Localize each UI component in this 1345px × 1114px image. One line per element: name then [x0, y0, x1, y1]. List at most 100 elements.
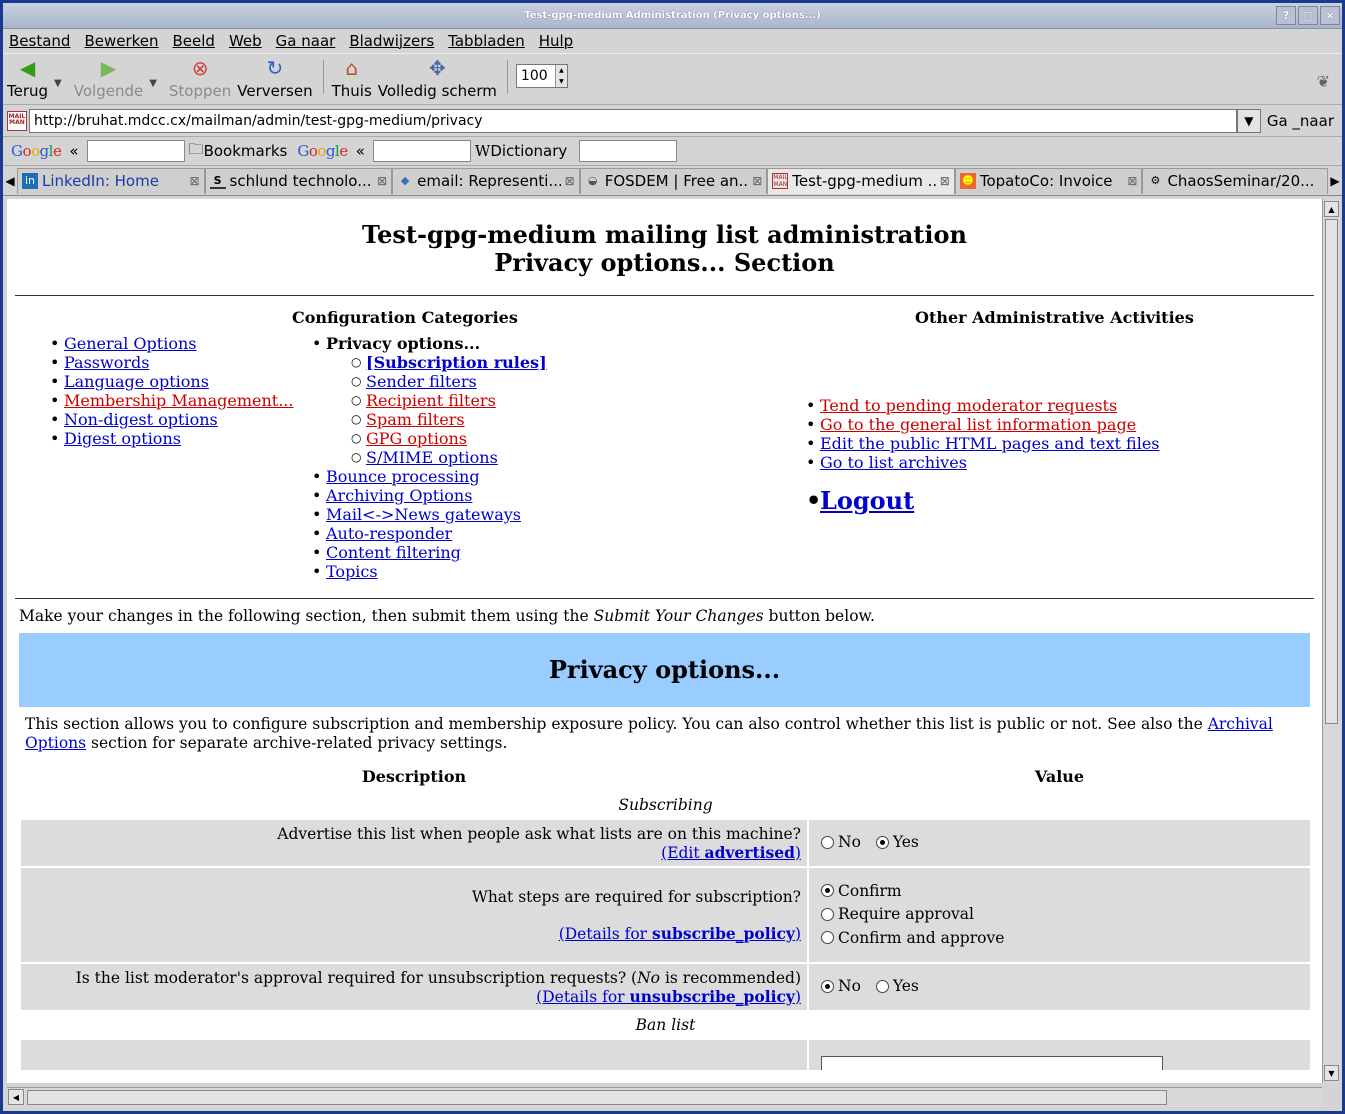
tab-fosdem[interactable]: ◒ FOSDEM | Free an... ⊠ — [579, 167, 768, 194]
maximize-window-button[interactable]: □ — [1298, 6, 1318, 25]
tab-email-python[interactable]: ◆ email: Representi... ⊠ — [392, 167, 580, 194]
menu-bar: Bestand Bewerken Beeld Web Ga naar Bladw… — [3, 29, 1342, 53]
tab-label: TopatoCo: Invoice — [979, 172, 1113, 190]
link-list-archives[interactable]: Go to list archives — [820, 453, 967, 472]
option-unsubscribe-policy-description: Is the list moderator's approval require… — [21, 964, 807, 1010]
tab-scroll-right-icon[interactable]: ▶ — [1328, 174, 1342, 188]
link-sender-filters[interactable]: Sender filters — [366, 372, 477, 391]
close-tab-icon[interactable]: ⊠ — [565, 174, 575, 188]
link-details-unsubscribe-policy[interactable]: (Details for unsubscribe_policy) — [536, 987, 801, 1006]
stop-button[interactable]: ⊗ Stoppen — [169, 56, 231, 104]
tab-schlund[interactable]: S schlund technolo... ⊠ — [204, 167, 393, 194]
link-spam-filters[interactable]: Spam filters — [366, 410, 465, 429]
link-non-digest-options[interactable]: Non-digest options — [64, 410, 218, 429]
other-activities-list: Tend to pending moderator requests Go to… — [806, 396, 1160, 516]
tab-chaosseminar[interactable]: ⚙ ChaosSeminar/20... — [1142, 167, 1329, 194]
home-button[interactable]: ⌂ Thuis — [332, 56, 372, 104]
link-archiving-options[interactable]: Archiving Options — [326, 486, 472, 505]
forward-history-dropdown-icon[interactable]: ▼ — [149, 70, 157, 89]
link-gpg-options[interactable]: GPG options — [366, 429, 467, 448]
menu-bewerken[interactable]: Bewerken — [84, 32, 158, 50]
link-auto-responder[interactable]: Auto-responder — [326, 524, 452, 543]
close-tab-icon[interactable]: ⊠ — [940, 174, 950, 188]
close-tab-icon[interactable]: ⊠ — [1127, 174, 1137, 188]
link-recipient-filters[interactable]: Recipient filters — [366, 391, 496, 410]
google-search-input-2[interactable] — [372, 140, 471, 162]
tab-topatoco[interactable]: ☻ TopatoCo: Invoice ⊠ — [954, 167, 1143, 194]
dictionary-search-input[interactable] — [579, 140, 678, 162]
link-edit-advertised[interactable]: (Edit advertised) — [661, 843, 801, 862]
menu-tabbladen[interactable]: Tabbladen — [448, 32, 525, 50]
horizontal-scroll-thumb[interactable] — [27, 1090, 1167, 1105]
url-history-dropdown-icon[interactable]: ▼ — [1236, 108, 1261, 133]
scroll-up-arrow-icon[interactable]: ▲ — [1324, 201, 1339, 217]
radio-advertised-no[interactable]: No — [821, 833, 861, 851]
back-history-dropdown-icon[interactable]: ▼ — [54, 70, 62, 89]
radio-subscribe-require-approval[interactable]: Require approval — [821, 905, 974, 923]
tab-test-gpg-medium[interactable]: MAIL MAN Test-gpg-medium ... ⊠ — [767, 167, 955, 194]
back-button[interactable]: ◀ Terug — [7, 56, 48, 104]
link-general-list-info[interactable]: Go to the general list information page — [820, 415, 1136, 434]
vertical-scrollbar[interactable]: ▲ ▼ — [1322, 199, 1340, 1083]
link-language-options[interactable]: Language options — [64, 372, 209, 391]
ban-list-textarea[interactable] — [821, 1056, 1163, 1070]
dictionary-button[interactable]: Dictionary — [490, 142, 567, 160]
vertical-scroll-thumb[interactable] — [1325, 219, 1338, 724]
zoom-spinbox[interactable]: 100 ▲ ▼ — [515, 64, 568, 88]
close-window-button[interactable]: × — [1320, 6, 1340, 25]
fullscreen-button[interactable]: ✥ Volledig scherm — [378, 56, 497, 104]
menu-bladwijzers[interactable]: Bladwijzers — [349, 32, 434, 50]
scroll-down-arrow-icon[interactable]: ▼ — [1324, 1065, 1339, 1081]
radio-unsubscribe-no[interactable]: No — [821, 977, 861, 995]
logout-link[interactable]: Logout — [820, 486, 914, 515]
bookmarks-button[interactable]: Bookmarks — [204, 142, 288, 160]
scroll-left-arrow-icon[interactable]: ◀ — [8, 1089, 24, 1105]
close-tab-icon[interactable]: ⊠ — [377, 174, 387, 188]
close-tab-icon[interactable]: ⊠ — [189, 174, 199, 188]
zoom-spinner-arrows-icon[interactable]: ▲ ▼ — [554, 65, 567, 87]
link-edit-public-html[interactable]: Edit the public HTML pages and text file… — [820, 434, 1160, 453]
close-tab-icon[interactable]: ⊠ — [752, 174, 762, 188]
link-bounce-processing[interactable]: Bounce processing — [326, 467, 480, 486]
tab-scroll-left-icon[interactable]: ◀ — [3, 174, 17, 188]
link-content-filtering[interactable]: Content filtering — [326, 543, 461, 562]
fullscreen-icon: ✥ — [428, 56, 446, 80]
radio-subscribe-confirm-and-approve[interactable]: Confirm and approve — [821, 929, 1004, 947]
options-table: Description Value Subscribing Advertise … — [19, 761, 1312, 1072]
link-membership-management[interactable]: Membership Management... — [64, 391, 293, 410]
link-smime-options[interactable]: S/MIME options — [366, 448, 498, 467]
link-subscription-rules[interactable]: [Subscription rules] — [366, 353, 547, 372]
menu-bestand[interactable]: Bestand — [9, 32, 70, 50]
radio-subscribe-confirm[interactable]: Confirm — [821, 882, 902, 900]
help-window-button[interactable]: ? — [1276, 6, 1296, 25]
google-search-input[interactable] — [86, 140, 185, 162]
radio-advertised-yes[interactable]: Yes — [875, 833, 919, 851]
link-pending-moderator-requests[interactable]: Tend to pending moderator requests — [820, 396, 1117, 415]
url-input[interactable]: http://bruhat.mdcc.cx/mailman/admin/test… — [29, 108, 1237, 133]
menu-hulp[interactable]: Hulp — [539, 32, 573, 50]
option-unsubscribe-policy-question: Is the list moderator's approval require… — [75, 968, 801, 987]
forward-button[interactable]: ▶ Volgende — [74, 56, 143, 104]
horizontal-scrollbar[interactable]: ◀ — [7, 1087, 1322, 1107]
topatoco-favicon-icon: ☻ — [959, 173, 976, 189]
link-general-options[interactable]: General Options — [64, 334, 196, 353]
menu-beeld[interactable]: Beeld — [173, 32, 215, 50]
radio-unsubscribe-yes[interactable]: Yes — [875, 977, 919, 995]
link-topics[interactable]: Topics — [326, 562, 378, 581]
stop-label: Stoppen — [168, 82, 232, 100]
fullscreen-label: Volledig scherm — [377, 82, 497, 100]
home-icon: ⌂ — [345, 56, 359, 80]
menu-web[interactable]: Web — [229, 32, 262, 50]
link-passwords[interactable]: Passwords — [64, 353, 149, 372]
tab-linkedin[interactable]: in LinkedIn: Home ⊠ — [16, 167, 205, 194]
reload-button[interactable]: ↻ Verversen — [237, 56, 312, 104]
resize-corner-icon[interactable] — [1322, 1087, 1340, 1107]
go-button[interactable]: Ga _naar — [1267, 112, 1334, 130]
link-digest-options[interactable]: Digest options — [64, 429, 181, 448]
link-mail-news-gateways[interactable]: Mail<->News gateways — [326, 505, 521, 524]
desc-pre: This section allows you to configure sub… — [25, 715, 1208, 733]
toolbar-separator — [322, 60, 324, 94]
navigation-toolbar: ◀ Terug ▼ ▶ Volgende ▼ ⊗ Stoppen ↻ Verve… — [3, 53, 1342, 105]
menu-ga-naar[interactable]: Ga naar — [276, 32, 336, 50]
link-details-subscribe-policy[interactable]: (Details for subscribe_policy) — [559, 924, 801, 943]
